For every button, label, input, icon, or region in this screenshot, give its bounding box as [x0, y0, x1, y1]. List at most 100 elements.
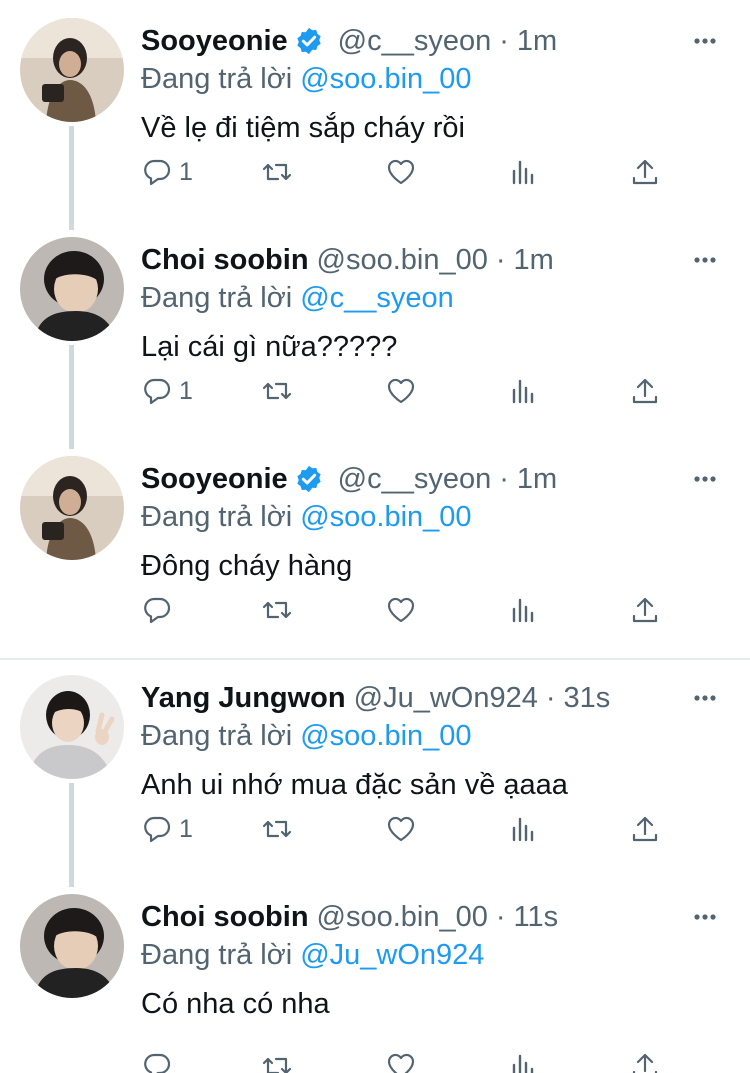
like-button[interactable]: [385, 590, 417, 630]
replying-to: Đang trả lời @soo.bin_00: [141, 498, 472, 536]
handle[interactable]: @Ju_wOn924: [354, 679, 538, 717]
handle[interactable]: @c__syeon: [338, 22, 492, 60]
replying-to: Đang trả lời @Ju_wOn924: [141, 936, 484, 974]
display-name[interactable]: Choi soobin: [141, 241, 309, 279]
handle[interactable]: @soo.bin_00: [317, 241, 488, 279]
retweet-button[interactable]: [261, 371, 293, 411]
yang-jungwon-avatar-image: [20, 675, 124, 779]
share-button[interactable]: [629, 152, 661, 192]
more-options-button[interactable]: [690, 26, 720, 56]
timestamp[interactable]: 1m: [517, 460, 557, 498]
verified-badge-icon: [297, 465, 321, 493]
retweet-icon: [262, 1057, 292, 1073]
display-name[interactable]: Sooyeonie: [141, 460, 288, 498]
handle[interactable]: @c__syeon: [338, 460, 492, 498]
tweet[interactable]: Sooyeonie @c__syeon · 1m Đang trả lời @so…: [0, 0, 750, 218]
replying-to-label: Đang trả lời: [141, 501, 293, 533]
avatar[interactable]: [20, 675, 124, 779]
display-name[interactable]: Yang Jungwon: [141, 679, 346, 717]
share-button[interactable]: [629, 371, 661, 411]
display-name[interactable]: Sooyeonie: [141, 22, 288, 60]
tweet-actions: [141, 1046, 681, 1073]
analytics-button[interactable]: [507, 371, 539, 411]
avatar[interactable]: [20, 18, 124, 122]
analytics-button[interactable]: [507, 809, 539, 849]
reply-icon: [144, 816, 171, 843]
replying-to-handle[interactable]: @Ju_wOn924: [300, 939, 484, 971]
timestamp[interactable]: 11s: [514, 898, 559, 936]
retweet-button[interactable]: [261, 809, 293, 849]
separator-dot: ·: [545, 682, 556, 714]
share-icon: [632, 597, 658, 623]
retweet-icon: [262, 163, 292, 181]
reply-count: 1: [179, 814, 193, 843]
reply-button[interactable]: 1: [141, 371, 193, 411]
retweet-button[interactable]: [261, 590, 293, 630]
tweet[interactable]: Sooyeonie @c__syeon · 1m Đang trả lời @so…: [0, 438, 750, 658]
share-button[interactable]: [629, 590, 661, 630]
more-options-button[interactable]: [690, 683, 720, 713]
like-button[interactable]: [385, 152, 417, 192]
replying-to-label: Đang trả lời: [141, 720, 293, 752]
replying-to: Đang trả lời @soo.bin_00: [141, 60, 472, 98]
tweet[interactable]: Choi soobin @soo.bin_00 · 11s Đang trả l…: [0, 876, 750, 1073]
replying-to-handle[interactable]: @soo.bin_00: [300, 63, 471, 95]
avatar[interactable]: [20, 456, 124, 560]
tweet-actions: 1: [141, 371, 681, 411]
more-options-button[interactable]: [690, 464, 720, 494]
replying-to-handle[interactable]: @soo.bin_00: [300, 501, 471, 533]
timestamp[interactable]: 1m: [517, 22, 557, 60]
separator-dot: ·: [499, 463, 509, 495]
tweet[interactable]: Choi soobin @soo.bin_00 · 1m Đang trả lờ…: [0, 219, 750, 437]
share-icon: [632, 816, 658, 842]
analytics-button[interactable]: [507, 152, 539, 192]
more-dots-icon: [694, 695, 716, 701]
timestamp[interactable]: 31s: [564, 679, 611, 717]
replying-to-label: Đang trả lời: [141, 939, 293, 971]
replying-to: Đang trả lời @soo.bin_00: [141, 717, 472, 755]
reply-button[interactable]: [141, 1046, 179, 1073]
reply-icon: [144, 597, 171, 624]
tweet-text: Anh ui nhớ mua đặc sản về ạaaa: [141, 769, 568, 801]
verified-badge-icon: [297, 27, 321, 55]
retweet-button[interactable]: [261, 152, 293, 192]
share-icon: [632, 159, 658, 185]
sooyeonie-avatar-image: [20, 18, 124, 122]
like-button[interactable]: [385, 809, 417, 849]
more-options-button[interactable]: [690, 902, 720, 932]
heart-icon: [387, 816, 415, 842]
more-options-button[interactable]: [690, 245, 720, 275]
analytics-icon: [512, 817, 534, 842]
separator-dot: ·: [499, 25, 509, 57]
share-button[interactable]: [629, 809, 661, 849]
reply-button[interactable]: 1: [141, 809, 193, 849]
reply-count: 1: [179, 376, 193, 405]
like-button[interactable]: [385, 371, 417, 411]
reply-button[interactable]: [141, 590, 179, 630]
heart-icon: [387, 597, 415, 623]
reply-icon: [144, 159, 171, 186]
replying-to-handle[interactable]: @c__syeon: [300, 282, 454, 314]
reply-button[interactable]: 1: [141, 152, 193, 192]
tweet-actions: 1: [141, 809, 681, 849]
tweet[interactable]: Yang Jungwon @Ju_wOn924 · 31s Đang trả l…: [0, 657, 750, 875]
analytics-button[interactable]: [507, 590, 539, 630]
reply-icon: [144, 378, 171, 405]
retweet-button[interactable]: [261, 1046, 293, 1073]
sooyeonie-avatar-image: [20, 456, 124, 560]
display-name[interactable]: Choi soobin: [141, 898, 309, 936]
more-dots-icon: [694, 257, 716, 263]
avatar[interactable]: [20, 237, 124, 341]
timestamp[interactable]: 1m: [514, 241, 554, 279]
like-button[interactable]: [385, 1046, 417, 1073]
replying-to-handle[interactable]: @soo.bin_00: [300, 720, 471, 752]
retweet-icon: [262, 382, 292, 400]
share-button[interactable]: [629, 1046, 661, 1073]
analytics-icon: [512, 379, 534, 404]
more-dots-icon: [694, 914, 716, 920]
handle[interactable]: @soo.bin_00: [317, 898, 488, 936]
tweet-text: Về lẹ đi tiệm sắp cháy rồi: [141, 112, 465, 144]
avatar[interactable]: [20, 894, 124, 998]
analytics-button[interactable]: [507, 1046, 539, 1073]
share-icon: [632, 1053, 658, 1073]
